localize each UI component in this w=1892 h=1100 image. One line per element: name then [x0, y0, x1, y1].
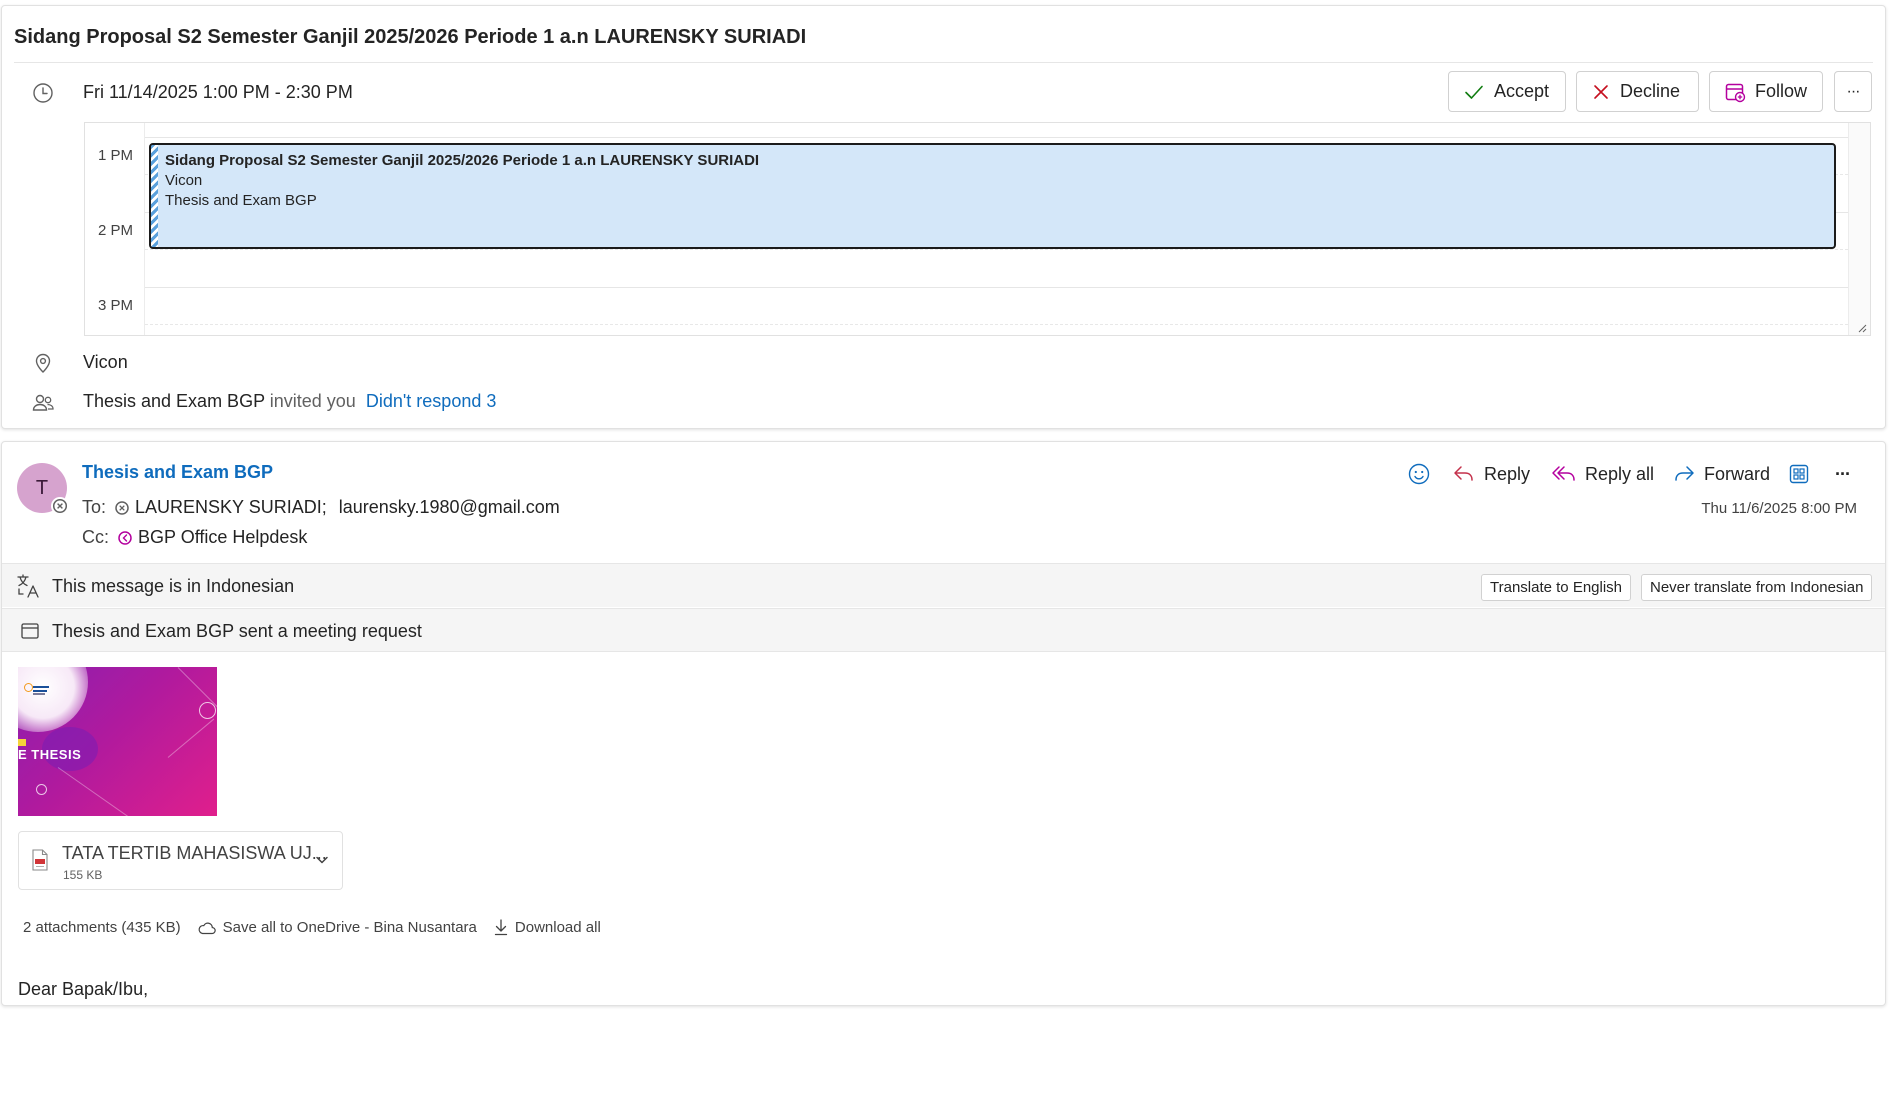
to-label: To: — [82, 497, 107, 517]
follow-label: Follow — [1755, 81, 1808, 101]
forward-icon — [1675, 466, 1694, 481]
image-line — [57, 767, 157, 816]
reply-all-button[interactable]: Reply all — [1551, 457, 1654, 491]
accept-button[interactable]: Accept — [1448, 71, 1566, 112]
cc-recipients: Cc: BGP Office Helpdesk — [82, 527, 307, 548]
checkmark-icon — [1465, 85, 1483, 99]
apps-grid-icon — [1789, 464, 1809, 484]
divider — [14, 62, 1873, 63]
meeting-request-text: Thesis and Exam BGP sent a meeting reque… — [52, 621, 422, 641]
download-icon — [494, 919, 508, 936]
timeline-scrollbar[interactable] — [1848, 123, 1870, 335]
meeting-card: Sidang Proposal S2 Semester Ganjil 2025/… — [1, 5, 1886, 429]
email-card: T Thesis and Exam BGP To: LAURENSKY SURI… — [1, 441, 1886, 1006]
event-location: Vicon — [165, 172, 203, 189]
recipient[interactable]: BGP Office Helpdesk — [138, 527, 307, 548]
decline-button[interactable]: Decline — [1576, 71, 1699, 112]
image-tag — [18, 739, 26, 746]
thesis-image-text: E THESIS — [18, 747, 82, 762]
cloud-icon — [198, 922, 216, 934]
reply-all-icon — [1552, 466, 1575, 481]
resize-handle-icon[interactable] — [1857, 323, 1867, 333]
event-organizer: Thesis and Exam BGP — [165, 192, 317, 209]
reply-all-label: Reply all — [1585, 463, 1655, 484]
attachment-tile[interactable]: TATA TERTIB MAHASISWA UJ... 155 KB — [18, 831, 343, 890]
meeting-datetime: Fri 11/14/2025 1:00 PM - 2:30 PM — [83, 82, 353, 102]
attendee-summary: Thesis and Exam BGP invited you Didn't r… — [83, 391, 496, 412]
translate-icon — [16, 573, 44, 599]
apps-button[interactable] — [1788, 457, 1810, 491]
reaction-button[interactable] — [1407, 457, 1431, 491]
to-recipients: To: LAURENSKY SURIADI; laurensky.1980@gm… — [82, 497, 560, 518]
day-timeline: 1 PM 2 PM 3 PM Sidang Proposal S2 Semest… — [84, 122, 1871, 336]
didnt-respond-link[interactable]: Didn't respond 3 — [366, 391, 497, 411]
attachment-name: TATA TERTIB MAHASISWA UJ... — [62, 843, 327, 863]
half-hour-gridline — [145, 324, 1848, 325]
attachments-footer: 2 attachments (435 KB) Save all to OneDr… — [23, 919, 601, 936]
presence-offline-icon — [51, 497, 69, 515]
presence-offline-icon — [115, 500, 129, 515]
save-all-label: Save all to OneDrive - Bina Nusantara — [222, 919, 477, 936]
hour-gridline — [145, 137, 1848, 138]
email-date: Thu 11/6/2025 8:00 PM — [1701, 500, 1857, 517]
tentative-stripe — [151, 145, 158, 247]
cc-label: Cc: — [82, 527, 109, 547]
dismiss-icon — [1594, 84, 1608, 99]
reply-label: Reply — [1484, 463, 1531, 484]
meeting-request-banner: Thesis and Exam BGP sent a meeting reque… — [2, 608, 1885, 652]
reply-icon — [1454, 466, 1473, 481]
thesis-banner-image[interactable]: E THESIS — [18, 667, 217, 816]
more-icon: ··· — [1846, 82, 1861, 100]
hour-label: 2 PM — [97, 222, 133, 239]
translate-to-english-button[interactable]: Translate to English — [1481, 574, 1632, 601]
more-actions-button[interactable]: ··· — [1835, 457, 1851, 491]
chevron-down-icon[interactable] — [312, 850, 332, 870]
attachments-summary: 2 attachments (435 KB) — [23, 919, 181, 936]
more-icon: ··· — [1835, 463, 1851, 484]
university-logo — [21, 680, 51, 700]
calendar-event[interactable]: Sidang Proposal S2 Semester Ganjil 2025/… — [149, 143, 1836, 249]
email-body-greeting: Dear Bapak/Ibu, — [18, 979, 149, 999]
invited-text: invited you — [269, 391, 356, 411]
meeting-location: Vicon — [83, 352, 128, 372]
meeting-title: Sidang Proposal S2 Semester Ganjil 2025/… — [14, 26, 807, 48]
organizer-name: Thesis and Exam BGP — [83, 391, 265, 411]
calendar-follow-icon — [1725, 83, 1746, 102]
location-pin-icon — [30, 350, 56, 376]
half-hour-gridline — [145, 249, 1848, 250]
clock-icon — [30, 80, 56, 106]
download-all-button[interactable]: Download all — [494, 919, 601, 936]
hour-gridline — [145, 287, 1848, 288]
follow-button[interactable]: Follow — [1709, 71, 1823, 112]
more-options-button[interactable]: ··· — [1834, 71, 1872, 112]
forward-label: Forward — [1704, 463, 1771, 484]
accept-label: Accept — [1494, 81, 1550, 101]
translation-banner: This message is in Indonesian Translate … — [2, 563, 1885, 607]
hour-label: 3 PM — [97, 297, 133, 314]
pdf-file-icon — [32, 849, 48, 871]
decline-label: Decline — [1620, 81, 1681, 101]
forward-button[interactable]: Forward — [1672, 457, 1770, 491]
people-icon — [30, 390, 56, 416]
emoji-icon — [1408, 463, 1430, 485]
save-all-onedrive-button[interactable]: Save all to OneDrive - Bina Nusantara — [198, 919, 477, 936]
attachment-size: 155 KB — [63, 868, 103, 882]
calendar-icon — [16, 618, 44, 644]
hour-label: 1 PM — [97, 147, 133, 164]
sender-name[interactable]: Thesis and Exam BGP — [82, 462, 273, 483]
image-line — [167, 718, 215, 758]
never-translate-button[interactable]: Never translate from Indonesian — [1641, 574, 1873, 601]
recipient[interactable]: laurensky.1980@gmail.com — [339, 497, 560, 518]
image-circle — [36, 784, 47, 795]
download-all-label: Download all — [514, 919, 601, 936]
translation-message: This message is in Indonesian — [52, 576, 295, 596]
recipient[interactable]: LAURENSKY SURIADI; — [135, 497, 327, 518]
reply-button[interactable]: Reply — [1452, 457, 1530, 491]
event-title: Sidang Proposal S2 Semester Ganjil 2025/… — [165, 152, 760, 169]
presence-away-icon — [118, 530, 132, 545]
